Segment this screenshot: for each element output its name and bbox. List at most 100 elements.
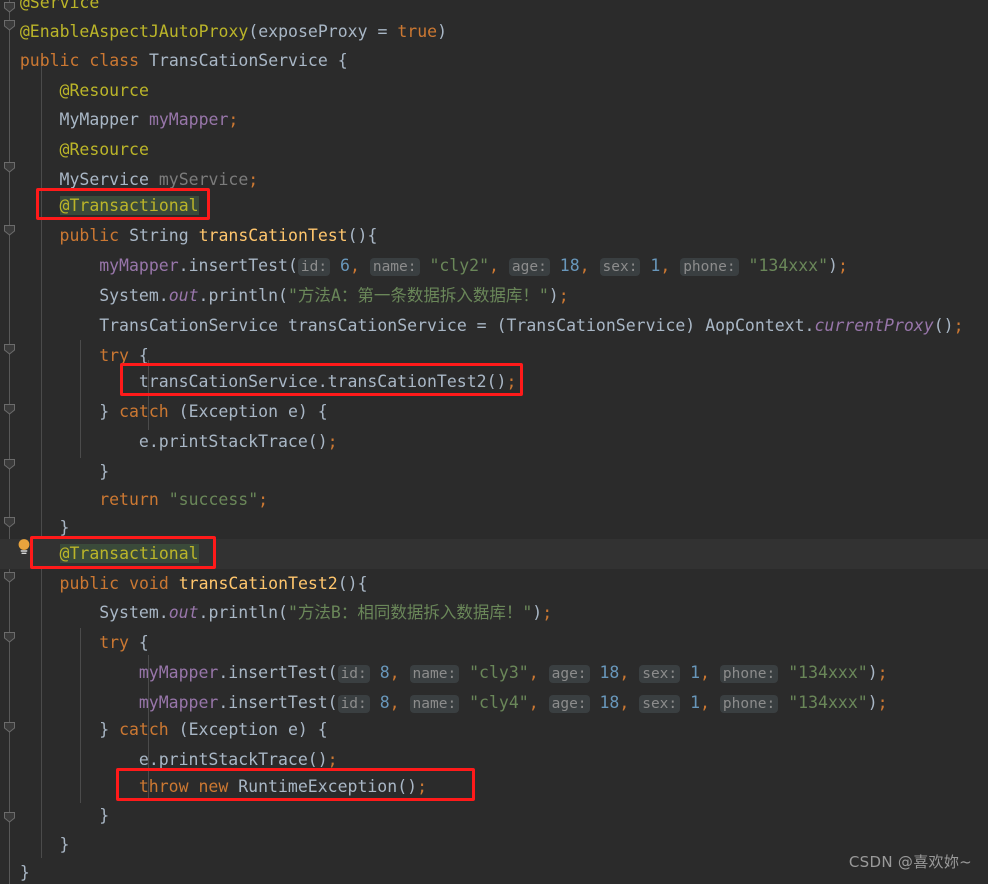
code-token: ( [287, 256, 298, 275]
code-token: , [528, 693, 539, 712]
code-token: throw [138, 777, 189, 796]
line-close-class[interactable]: } [0, 858, 988, 884]
code-token: "cly4" [469, 693, 529, 712]
code-token: . [148, 750, 159, 769]
code-token: } [99, 402, 110, 421]
code-token: currentProxy [814, 316, 934, 335]
code-token: ( [278, 603, 288, 622]
code-token: , [349, 256, 360, 275]
code-token: , [660, 256, 671, 275]
code-token: ) [867, 663, 878, 682]
code-token: ) [548, 286, 559, 305]
code-token: public [59, 226, 120, 245]
intention-lightbulb-icon[interactable] [16, 538, 32, 560]
line-resource-annotation-1[interactable]: @Resource [0, 76, 988, 106]
code-token: ; [837, 256, 848, 275]
code-token: println [208, 286, 279, 305]
line-resource-annotation-2[interactable]: @Resource [0, 135, 988, 165]
code-token: "134xxx" [788, 663, 868, 682]
code-token: ; [877, 693, 888, 712]
code-token: 18 [559, 256, 580, 275]
line-println-method-a[interactable]: System.out.println("方法A：第一条数据拆入数据库！"); [0, 281, 988, 311]
code-token: , [489, 256, 499, 275]
code-token: 1 [650, 256, 661, 275]
line-print-stacktrace-b[interactable]: e.printStackTrace(); [0, 745, 988, 775]
line-service-annotation[interactable]: @Service [0, 0, 988, 18]
code-token: insertTest [228, 663, 328, 682]
line-insert-test-b2[interactable]: myMapper.insertTest(id: 8, name: "cly4",… [0, 688, 988, 718]
code-token: println [208, 603, 279, 622]
code-token: (){ [347, 226, 378, 245]
code-token: } [59, 518, 70, 537]
code-token: e [138, 432, 149, 451]
line-throw-runtime-exception[interactable]: throw new RuntimeException(); [0, 772, 988, 802]
line-return-success[interactable]: return "success"; [0, 485, 988, 515]
line-insert-test-a[interactable]: myMapper.insertTest(id: 6, name: "cly2",… [0, 251, 988, 281]
code-token: ; [542, 603, 553, 622]
code-token: try [99, 633, 129, 652]
line-self-invocation-call[interactable]: transCationService.transCationTest2(); [0, 367, 988, 397]
line-method-a-signature[interactable]: public String transCationTest(){ [0, 221, 988, 251]
code-token: , [619, 693, 630, 712]
code-token: . [158, 603, 169, 622]
line-catch-b[interactable]: } catch (Exception e) { [0, 715, 988, 745]
code-token: phone: [719, 665, 779, 683]
code-token: e) { [278, 402, 328, 421]
code-token: @Resource [59, 140, 149, 159]
code-token: } [19, 863, 30, 882]
code-token: , [528, 663, 539, 682]
code-token: , [700, 693, 710, 712]
line-catch-a[interactable]: } catch (Exception e) { [0, 397, 988, 427]
code-token: "134xxx" [748, 256, 829, 275]
code-content[interactable]: @Service @EnableAspectJAutoProxy(exposePr… [0, 0, 988, 884]
code-token: Exception [188, 402, 279, 421]
code-token: @Resource [59, 81, 149, 100]
code-token: } [99, 720, 110, 739]
code-token: sex: [599, 258, 641, 276]
line-print-stacktrace-a[interactable]: e.printStackTrace(); [0, 427, 988, 457]
code-token: age: [548, 665, 590, 683]
line-try-b[interactable]: try { [0, 628, 988, 658]
csdn-watermark: CSDN @喜欢妳~ [848, 853, 972, 871]
code-token: RuntimeException [238, 777, 398, 796]
line-println-method-b[interactable]: System.out.println("方法B：相同数据拆入数据库！"); [0, 598, 988, 628]
line-close-method-b[interactable]: } [0, 830, 988, 860]
line-insert-test-b1[interactable]: myMapper.insertTest(id: 8, name: "cly3",… [0, 658, 988, 688]
code-token: "134xxx" [788, 693, 868, 712]
code-token: = [466, 316, 497, 335]
code-token: , [389, 693, 400, 712]
line-close-catch-a[interactable]: } [0, 457, 988, 487]
code-token: , [579, 256, 590, 275]
code-token: 18 [599, 693, 620, 712]
code-token: sex: [639, 665, 681, 683]
line-class-declaration[interactable]: public class TransCationService { [0, 46, 988, 76]
line-method-b-signature[interactable]: public void transCationTest2(){ [0, 569, 988, 599]
code-token: ) [867, 693, 878, 712]
code-token: () [933, 316, 954, 335]
code-token: id: [337, 695, 370, 713]
code-token: ; [248, 170, 259, 189]
code-token: myMapper [99, 256, 179, 275]
code-token: . [804, 316, 815, 335]
code-token: ( [168, 402, 189, 421]
code-token: ( [168, 720, 189, 739]
line-enable-aspectj-autoproxy[interactable]: @EnableAspectJAutoProxy(exposeProxy = tr… [0, 17, 988, 47]
line-transactional-a[interactable]: @Transactional [0, 191, 988, 221]
code-token: ; [506, 372, 517, 391]
line-close-catch-b[interactable]: } [0, 801, 988, 831]
line-mymapper-field[interactable]: MyMapper myMapper; [0, 105, 988, 135]
code-token: 8 [379, 693, 390, 712]
line-transactional-b[interactable]: @Transactional [0, 539, 988, 569]
line-aop-context-current-proxy[interactable]: TransCationService transCationService = … [0, 311, 988, 341]
